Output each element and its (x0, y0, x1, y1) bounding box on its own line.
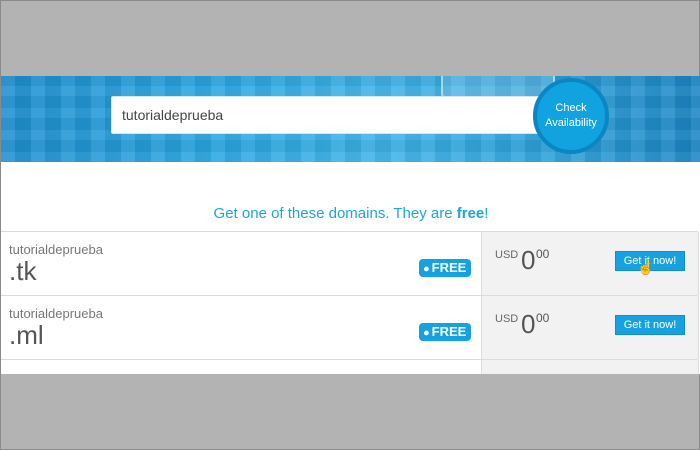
price-whole: 0 (521, 309, 536, 339)
domain-sld: tutorialdeprueba (9, 242, 103, 257)
headline-suffix: ! (484, 205, 489, 222)
free-badge: ● FREE (419, 259, 472, 277)
headline-prefix: Get one of these domains. They are (213, 205, 457, 222)
hero-banner: tutorialdeprueba Check Availability (1, 76, 700, 162)
domain-search-input[interactable]: tutorialdeprueba (111, 96, 547, 134)
check-availability-button[interactable]: Check Availability (533, 78, 609, 154)
free-badge: ● FREE (419, 323, 472, 341)
price-currency: USD (495, 249, 519, 261)
bullet-icon: ● (423, 263, 430, 275)
price-cell: USD 0 00 Get it now! (481, 232, 699, 295)
price-whole: 0 (521, 245, 536, 275)
page-viewport: tutorialdeprueba Check Availability Get … (1, 76, 700, 374)
domain-row-tk: tutorialdeprueba .tk ● FREE USD 0 00 Get … (1, 232, 699, 296)
domain-tld: .ml (9, 320, 44, 350)
domain-name-cell: tutorialdeprueba .tk ● FREE (1, 232, 481, 295)
free-badge-label: FREE (431, 260, 467, 275)
price-cents: 00 (536, 247, 550, 261)
domain-row-ml: tutorialdeprueba .ml ● FREE USD 0 00 Get … (1, 296, 699, 360)
domain-row-partial (1, 360, 699, 374)
price-cents: 00 (536, 311, 550, 325)
free-domains-headline: Get one of these domains. They are free! (1, 205, 700, 222)
bullet-icon: ● (423, 327, 430, 339)
price-cell: USD 0 00 Get it now! (481, 296, 699, 359)
get-it-now-button[interactable]: Get it now! (615, 315, 685, 335)
hand-pointer-icon: ☝ (637, 259, 655, 275)
domain-tld: .tk (9, 256, 37, 286)
domain-sld: tutorialdeprueba (9, 306, 103, 321)
domain-name-cell: tutorialdeprueba .ml ● FREE (1, 296, 481, 359)
domain-results-table: tutorialdeprueba .tk ● FREE USD 0 00 Get … (1, 231, 699, 374)
check-availability-label: Check Availability (545, 102, 597, 129)
letterbox-frame: tutorialdeprueba Check Availability Get … (0, 0, 700, 450)
headline-emphasis: free (456, 205, 485, 222)
domain-name-cell (1, 360, 481, 374)
free-badge-label: FREE (431, 324, 467, 339)
price-currency: USD (495, 313, 519, 325)
price-cell (481, 360, 699, 374)
